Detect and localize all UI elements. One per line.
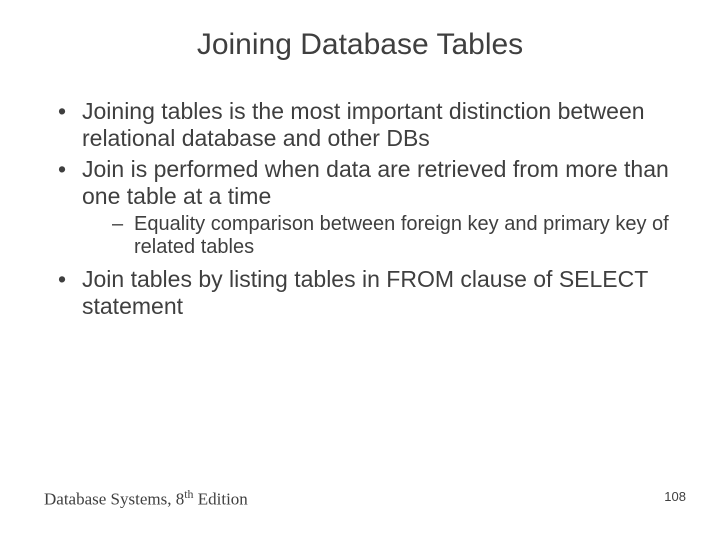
bullet-item: Join is performed when data are retrieve… [54,156,680,259]
footer-book-suffix: Edition [193,490,247,509]
bullet-text: Join is performed when data are retrieve… [82,156,669,209]
sub-bullet-item: Equality comparison between foreign key … [112,213,680,260]
slide-body: Joining tables is the most important dis… [0,98,720,320]
footer-page-number: 108 [664,489,686,504]
bullet-item: Joining tables is the most important dis… [54,98,680,152]
slide: Joining Database Tables Joining tables i… [0,0,720,540]
sub-bullet-text: Equality comparison between foreign key … [134,213,669,259]
bullet-text: Join tables by listing tables in FROM cl… [82,266,648,319]
bullet-list: Joining tables is the most important dis… [54,98,680,320]
bullet-item: Join tables by listing tables in FROM cl… [54,266,680,320]
sub-bullet-list: Equality comparison between foreign key … [82,213,680,260]
bullet-text: Joining tables is the most important dis… [82,98,645,151]
footer-book-prefix: Database Systems, 8 [44,490,184,509]
footer-book: Database Systems, 8th Edition [44,487,248,510]
slide-title: Joining Database Tables [0,0,720,98]
